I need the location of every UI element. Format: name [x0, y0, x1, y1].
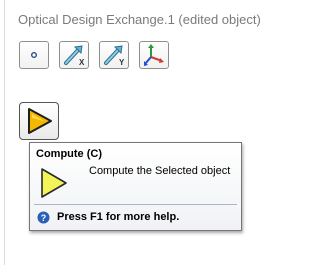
compute-button[interactable]	[19, 102, 59, 140]
axis-system-icon	[144, 44, 164, 66]
compute-tooltip: Compute (C) Compute the Selected object …	[29, 142, 242, 231]
tooltip-help-text: Press F1 for more help.	[57, 211, 180, 223]
axis-x-letter: X	[79, 58, 85, 67]
axis-system-button[interactable]	[139, 41, 169, 69]
axis-y-icon: Y	[104, 45, 125, 67]
object-panel: Optical Design Exchange.1 (edited object…	[4, 0, 268, 265]
help-icon: ?	[37, 211, 50, 224]
svg-text:?: ?	[41, 213, 47, 223]
point-icon	[30, 51, 37, 58]
tooltip-divider	[34, 204, 237, 205]
axis-x-button[interactable]: X	[59, 41, 89, 69]
tooltip-title: Compute (C)	[36, 148, 102, 160]
compute-triangle-icon	[28, 108, 52, 134]
axis-x-icon: X	[64, 45, 85, 67]
axis-y-button[interactable]: Y	[99, 41, 129, 69]
panel-title: Optical Design Exchange.1 (edited object…	[18, 12, 261, 27]
axis-y-letter: Y	[119, 58, 125, 67]
tooltip-description: Compute the Selected object	[89, 165, 231, 177]
point-button[interactable]	[19, 41, 49, 69]
compute-triangle-icon	[41, 168, 67, 198]
